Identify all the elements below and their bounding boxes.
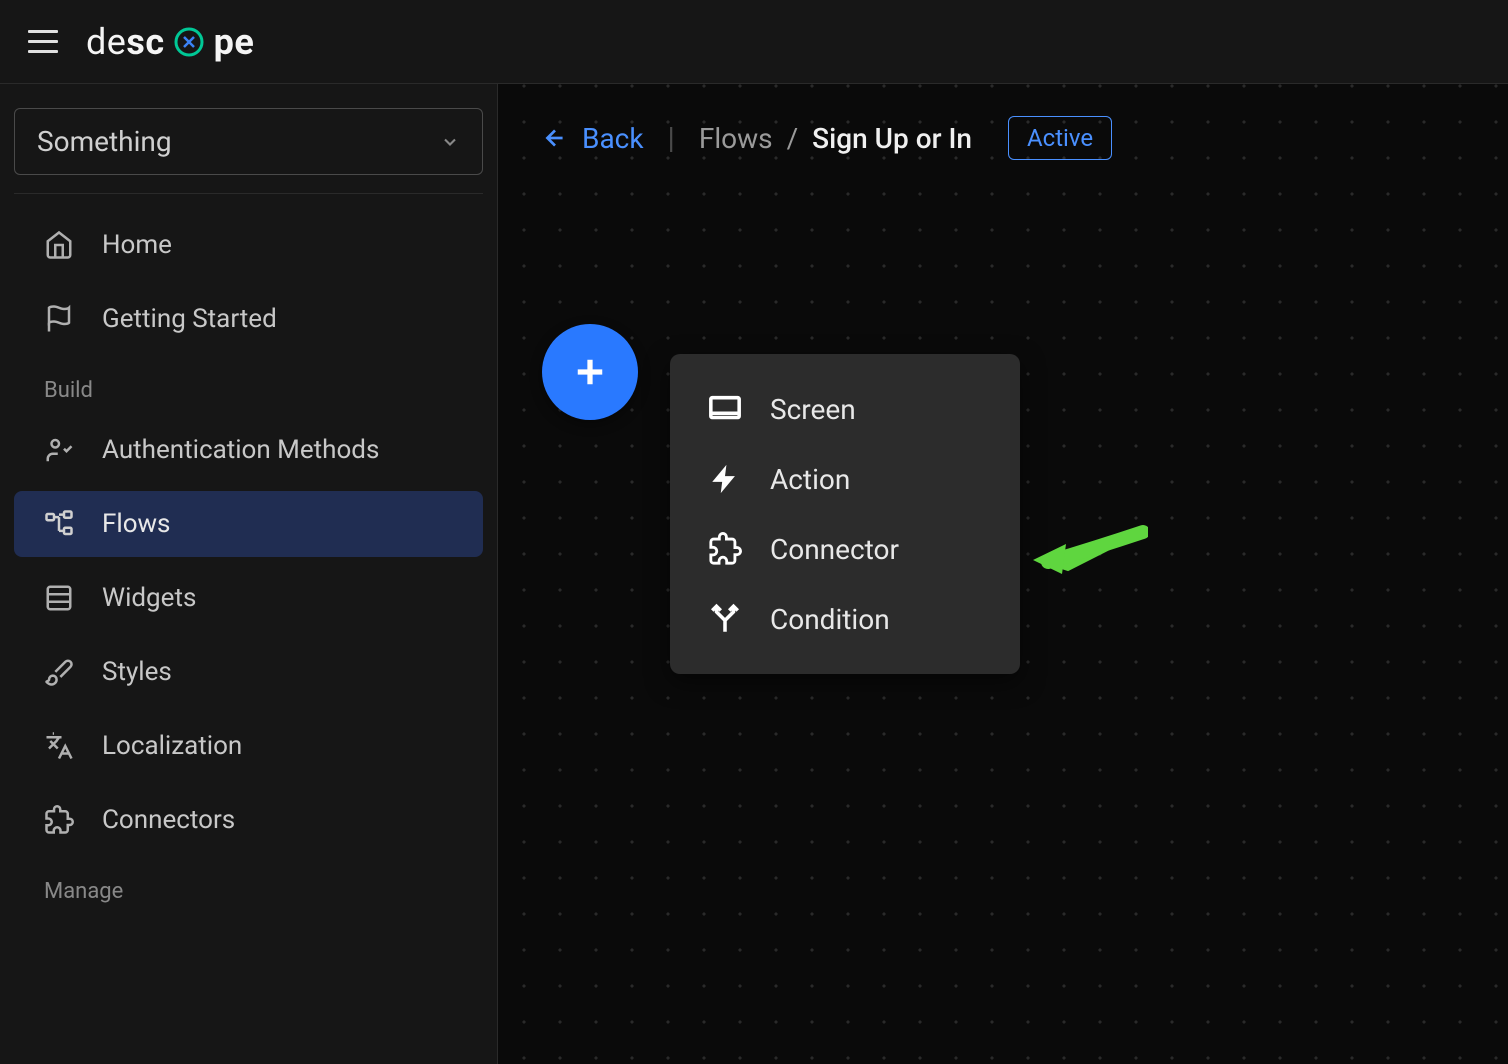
sidebar-item-label: Connectors	[102, 805, 235, 835]
sidebar-item-flows[interactable]: Flows	[14, 491, 483, 557]
breadcrumb-current: Sign Up or In	[812, 122, 972, 155]
back-label: Back	[582, 122, 644, 155]
sidebar-item-home[interactable]: Home	[14, 212, 483, 278]
menu-item-label: Condition	[770, 603, 890, 636]
chevron-down-icon	[440, 132, 460, 152]
divider	[14, 193, 483, 194]
sidebar-item-getting-started[interactable]: Getting Started	[14, 286, 483, 352]
section-label-build: Build	[14, 360, 483, 417]
brush-icon	[44, 657, 74, 687]
breadcrumb: Flows / Sign Up or In	[699, 122, 972, 155]
home-icon	[44, 230, 74, 260]
monitor-icon	[708, 392, 742, 426]
annotation-arrow	[1028, 522, 1148, 592]
auth-icon	[44, 435, 74, 465]
canvas-header: Back | Flows / Sign Up or In Active	[498, 84, 1508, 192]
sidebar-item-label: Flows	[102, 509, 170, 539]
bolt-icon	[708, 462, 742, 496]
sidebar-item-label: Localization	[102, 731, 242, 761]
project-name: Something	[37, 125, 172, 158]
sidebar-item-label: Getting Started	[102, 304, 277, 334]
sidebar-item-widgets[interactable]: Widgets	[14, 565, 483, 631]
add-node-menu: Screen Action Connector Condition	[670, 354, 1020, 674]
flows-icon	[44, 509, 74, 539]
menu-item-condition[interactable]: Condition	[678, 584, 1012, 654]
widgets-icon	[44, 583, 74, 613]
add-node-button[interactable]	[542, 324, 638, 420]
translate-icon	[44, 731, 74, 761]
sidebar-item-connectors[interactable]: Connectors	[14, 787, 483, 853]
sidebar-item-localization[interactable]: Localization	[14, 713, 483, 779]
arrow-left-icon	[542, 125, 568, 151]
breadcrumb-root[interactable]: Flows	[699, 122, 773, 155]
logo-accent	[165, 21, 214, 63]
hamburger-menu-button[interactable]	[28, 30, 58, 53]
sidebar-item-styles[interactable]: Styles	[14, 639, 483, 705]
canvas-area[interactable]: Back | Flows / Sign Up or In Active Scre…	[498, 84, 1508, 1064]
sidebar-item-label: Widgets	[102, 583, 196, 613]
topbar: desc pe	[0, 0, 1508, 84]
sidebar-item-label: Authentication Methods	[102, 435, 379, 465]
divider: |	[668, 121, 675, 156]
sidebar-item-label: Styles	[102, 657, 172, 687]
logo: desc pe	[86, 21, 254, 63]
breadcrumb-separator: /	[787, 122, 799, 155]
branch-icon	[708, 602, 742, 636]
extension-icon	[44, 805, 74, 835]
menu-item-label: Screen	[770, 393, 856, 426]
flag-icon	[44, 304, 74, 334]
menu-item-label: Action	[770, 463, 850, 496]
sidebar: Something Home Getting Started Build Aut…	[0, 84, 498, 1064]
menu-item-action[interactable]: Action	[678, 444, 1012, 514]
section-label-manage: Manage	[14, 861, 483, 918]
back-button[interactable]: Back	[542, 122, 644, 155]
menu-item-label: Connector	[770, 533, 899, 566]
menu-item-connector[interactable]: Connector	[678, 514, 1012, 584]
extension-icon	[708, 532, 742, 566]
status-badge: Active	[1008, 116, 1112, 160]
menu-item-screen[interactable]: Screen	[678, 374, 1012, 444]
sidebar-item-label: Home	[102, 230, 172, 260]
plus-icon	[569, 351, 611, 393]
project-selector[interactable]: Something	[14, 108, 483, 175]
sidebar-item-auth-methods[interactable]: Authentication Methods	[14, 417, 483, 483]
